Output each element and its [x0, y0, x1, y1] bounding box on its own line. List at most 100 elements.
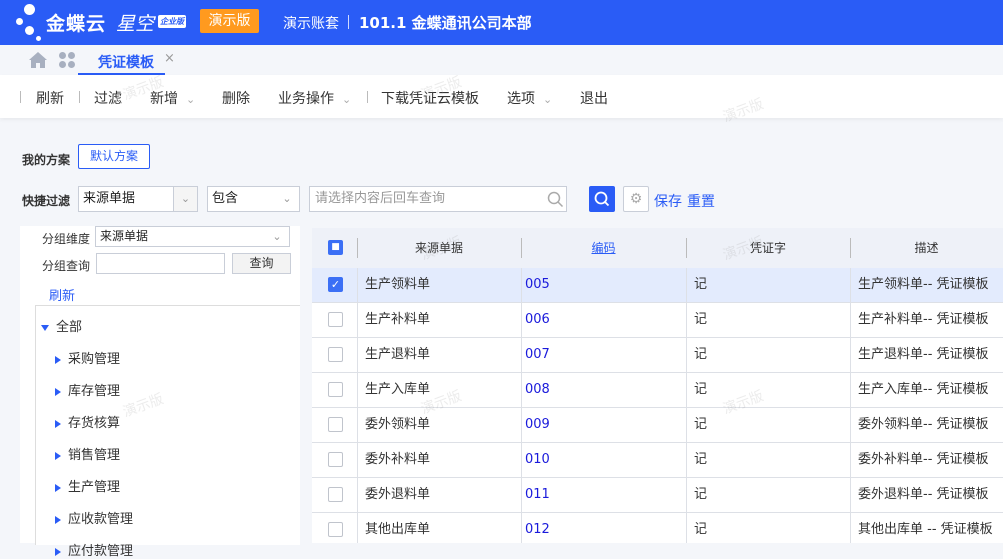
group-dim-select[interactable]: 来源单据 ⌄ [95, 226, 290, 247]
tree-node[interactable]: 应收款管理 [55, 508, 133, 527]
cell-code[interactable]: 008 [525, 373, 550, 408]
edition-badge: 企业版 [158, 15, 186, 28]
caret-right-icon[interactable] [55, 419, 61, 428]
chevron-down-icon[interactable]: ⌄ [523, 13, 533, 27]
caret-right-icon[interactable] [55, 483, 61, 492]
tree-node-label: 销售管理 [68, 448, 121, 463]
table-row[interactable]: 生产退料单 007 记 生产退料单-- 凭证模板 [312, 338, 1003, 373]
download-template-button[interactable]: 下载凭证云模板 [381, 88, 479, 108]
chevron-down-icon[interactable]: ⌄ [342, 93, 351, 106]
account-name[interactable]: 演示账套 [283, 13, 339, 33]
cell-source: 生产补料单 [365, 312, 431, 327]
table-row[interactable]: 委外领料单 009 记 委外领料单-- 凭证模板 [312, 408, 1003, 443]
cell-code[interactable]: 009 [525, 408, 550, 443]
tab-voucher-template[interactable]: 凭证模板 × [78, 45, 175, 75]
row-checkbox[interactable] [328, 382, 343, 397]
chevron-down-icon[interactable]: ⌄ [543, 93, 552, 106]
options-button[interactable]: 选项 ⌄ [507, 88, 552, 108]
table-row[interactable]: 生产入库单 008 记 生产入库单-- 凭证模板 [312, 373, 1003, 408]
caret-right-icon[interactable] [55, 355, 61, 364]
cell-voucher-word: 记 [694, 452, 708, 467]
group-query-button[interactable]: 查询 [232, 253, 291, 274]
filter-operator-select[interactable]: 包含 ⌄ [207, 186, 300, 212]
tree-node[interactable]: 库存管理 [55, 380, 120, 399]
table-row[interactable]: 其他出库单 012 记 其他出库单 -- 凭证模板 [312, 513, 1003, 543]
tree-node-label: 全部 [56, 320, 83, 335]
org-selector[interactable]: 101.1 金蝶通讯公司本部 [359, 12, 532, 33]
cell-code[interactable]: 011 [525, 478, 550, 513]
gear-icon: ⚙ [629, 191, 643, 207]
search-button[interactable] [589, 186, 615, 212]
column-header-voucher-word[interactable]: 凭证字 [686, 228, 850, 268]
cell-code[interactable]: 007 [525, 338, 550, 373]
group-query-label: 分组查询 [42, 259, 91, 273]
row-checkbox[interactable] [328, 487, 343, 502]
table-row[interactable]: 生产补料单 006 记 生产补料单-- 凭证模板 [312, 303, 1003, 338]
add-button[interactable]: 新增 ⌄ [150, 88, 195, 108]
cell-description: 生产补料单-- 凭证模板 [858, 312, 989, 327]
row-checkbox[interactable]: ✓ [328, 277, 343, 292]
divider [79, 91, 80, 103]
settings-button[interactable]: ⚙ [623, 186, 649, 212]
caret-right-icon[interactable] [55, 515, 61, 524]
tree-node[interactable]: 采购管理 [55, 348, 120, 367]
apps-icon[interactable] [59, 52, 75, 68]
cell-description: 委外退料单-- 凭证模板 [858, 487, 989, 502]
chevron-down-icon[interactable]: ⌄ [173, 187, 197, 211]
caret-down-icon[interactable] [41, 324, 49, 331]
refresh-button[interactable]: 刷新 [36, 88, 64, 108]
cell-code[interactable]: 006 [525, 303, 550, 338]
delete-button[interactable]: 删除 [222, 88, 250, 108]
caret-right-icon[interactable] [55, 547, 61, 556]
cell-description: 生产入库单-- 凭证模板 [858, 382, 989, 397]
default-scheme-button[interactable]: 默认方案 [78, 144, 150, 169]
chevron-down-icon[interactable]: ⌄ [186, 93, 195, 106]
cell-code[interactable]: 005 [525, 268, 550, 303]
home-icon[interactable] [29, 52, 47, 68]
toolbar: 刷新 过滤 新增 ⌄ 删除 业务操作 ⌄ 下载凭证云模板 选项 ⌄ 退出 [0, 75, 1003, 118]
column-header-code[interactable]: 编码 [521, 228, 686, 268]
cell-code[interactable]: 010 [525, 443, 550, 478]
select-all-checkbox[interactable]: ■ [328, 240, 343, 255]
group-refresh-link[interactable]: 刷新 [49, 285, 75, 304]
table-row[interactable]: 委外补料单 010 记 委外补料单-- 凭证模板 [312, 443, 1003, 478]
tree-node-root[interactable]: 全部 [41, 316, 82, 335]
column-header-source[interactable]: 来源单据 [357, 228, 521, 268]
search-icon[interactable] [547, 191, 564, 208]
caret-right-icon[interactable] [55, 451, 61, 460]
filter-field-select[interactable]: 来源单据 ⌄ [78, 186, 198, 212]
save-filter-link[interactable]: 保存 [654, 191, 682, 211]
cell-voucher-word: 记 [694, 382, 708, 397]
tree-node-label: 应收款管理 [68, 512, 134, 527]
tree-node[interactable]: 存货核算 [55, 412, 120, 431]
cell-code[interactable]: 012 [525, 513, 550, 543]
close-icon[interactable]: × [164, 51, 175, 66]
table-row[interactable]: 委外退料单 011 记 委外退料单-- 凭证模板 [312, 478, 1003, 513]
cell-source: 生产退料单 [365, 347, 431, 362]
tree-node[interactable]: 销售管理 [55, 444, 120, 463]
divider [367, 91, 368, 103]
row-checkbox[interactable] [328, 417, 343, 432]
row-checkbox[interactable] [328, 312, 343, 327]
exit-button[interactable]: 退出 [580, 88, 608, 108]
tab-label: 凭证模板 [98, 55, 154, 71]
filter-button[interactable]: 过滤 [94, 88, 122, 108]
cell-description: 生产领料单-- 凭证模板 [858, 277, 989, 292]
row-checkbox[interactable] [328, 522, 343, 537]
chevron-down-icon[interactable]: ⌄ [275, 187, 299, 211]
tree-node[interactable]: 生产管理 [55, 476, 120, 495]
filter-search-input[interactable]: 请选择内容后回车查询 [309, 186, 567, 212]
chevron-down-icon[interactable]: ⌄ [265, 227, 289, 246]
row-checkbox[interactable] [328, 347, 343, 362]
column-header-description[interactable]: 描述 [850, 228, 1003, 268]
caret-right-icon[interactable] [55, 387, 61, 396]
cell-source: 委外退料单 [365, 487, 431, 502]
reset-filter-link[interactable]: 重置 [687, 191, 715, 211]
business-ops-button[interactable]: 业务操作 ⌄ [278, 88, 351, 108]
group-dim-label: 分组维度 [42, 232, 91, 246]
group-dim-value: 来源单据 [100, 229, 149, 243]
row-checkbox[interactable] [328, 452, 343, 467]
tree-node-label: 库存管理 [68, 384, 121, 399]
table-row[interactable]: ✓ 生产领料单 005 记 生产领料单-- 凭证模板 [312, 268, 1003, 303]
group-query-input[interactable] [96, 253, 225, 274]
